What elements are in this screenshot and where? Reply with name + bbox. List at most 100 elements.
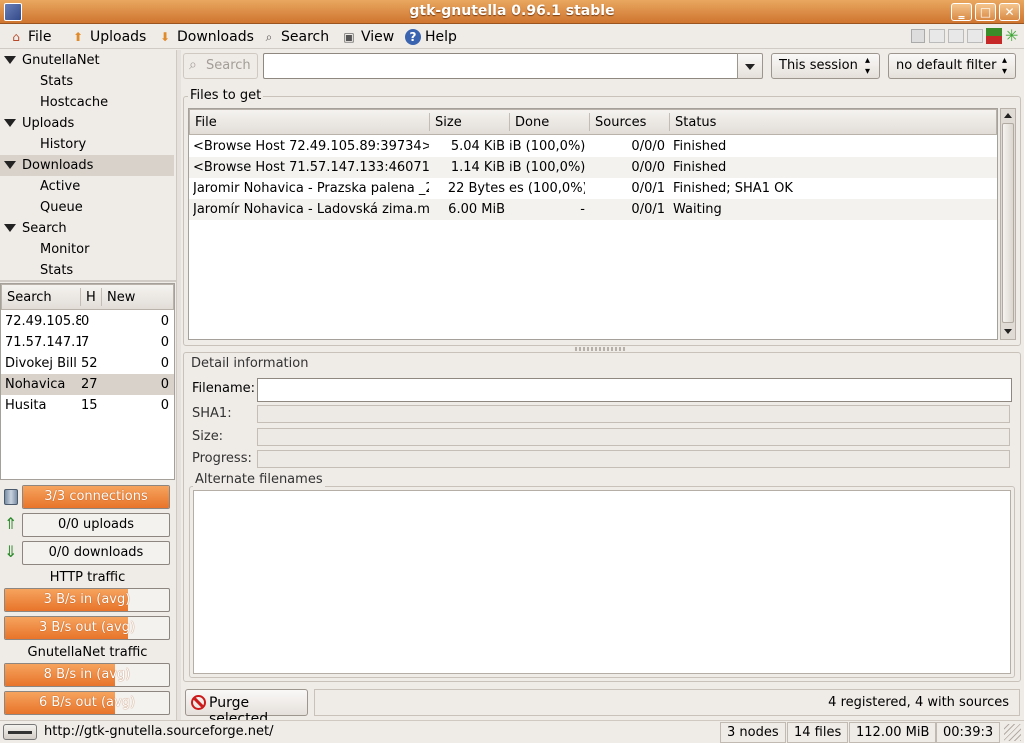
tree-item-active[interactable]: Active xyxy=(0,176,174,197)
menu-view-label: View xyxy=(361,28,395,45)
download-file-cell: <Browse Host 72.49.105.89:39734> xyxy=(193,139,429,154)
connections-bar[interactable]: 3/3 connections xyxy=(22,485,170,509)
downloads-table-header: File Size Done Sources Status xyxy=(189,109,997,135)
download-status-cell: Finished xyxy=(673,160,727,175)
downloads-bar[interactable]: 0/0 downloads xyxy=(22,541,170,565)
search-row[interactable]: 71.57.147.1 7 0 xyxy=(1,332,174,353)
tree-item-search[interactable]: Search xyxy=(0,218,174,239)
search-row[interactable]: Divokej Bill 52 0 xyxy=(1,353,174,374)
col-header-size[interactable]: Size xyxy=(435,115,462,130)
purge-selected-button[interactable]: Purge selected xyxy=(185,689,308,727)
expander-icon[interactable] xyxy=(4,161,16,169)
download-sources-cell: 0/0/1 xyxy=(631,181,665,196)
menu-uploads[interactable]: ⬆ Uploads xyxy=(70,27,146,46)
plug-icon[interactable] xyxy=(3,724,37,740)
col-header-new[interactable]: New xyxy=(107,290,135,305)
col-separator xyxy=(589,113,590,131)
files-to-get-label: Files to get xyxy=(188,88,264,103)
uploads-bar[interactable]: 0/0 uploads xyxy=(22,513,170,537)
session-select-value: This session xyxy=(779,58,858,73)
search-history-dropdown[interactable] xyxy=(737,53,763,79)
maximize-button[interactable]: □ xyxy=(975,3,996,21)
window-title: gtk-gnutella 0.96.1 stable xyxy=(409,3,615,19)
pane-separator[interactable] xyxy=(176,50,181,720)
resize-grip[interactable] xyxy=(1004,724,1021,741)
download-done-cell: iB (100,0%) xyxy=(509,160,585,175)
tree-item-monitor[interactable]: Monitor xyxy=(0,239,174,260)
tree-item-queue[interactable]: Queue xyxy=(0,197,174,218)
scroll-thumb[interactable] xyxy=(1002,123,1014,323)
expander-icon[interactable] xyxy=(4,224,16,232)
search-input[interactable] xyxy=(263,53,738,79)
search-row[interactable]: Husita 15 0 xyxy=(1,395,174,416)
menu-downloads[interactable]: ⬇ Downloads xyxy=(157,27,254,46)
search-name-cell: Husita xyxy=(5,398,47,413)
tree-item-uploads[interactable]: Uploads xyxy=(0,113,174,134)
http-in-bar[interactable]: 3 B/s in (avg) xyxy=(4,588,170,612)
search-hits-cell: 7 xyxy=(81,335,90,350)
menu-search[interactable]: ⌕ Search xyxy=(261,27,329,46)
tree-item-label: History xyxy=(40,137,87,152)
tree-item-history[interactable]: History xyxy=(0,134,174,155)
menu-uploads-label: Uploads xyxy=(90,28,147,45)
upload-arrow-icon: ⬆ xyxy=(72,29,84,44)
searches-rows: 72.49.105.830071.57.147.170Divokej Bill5… xyxy=(1,310,174,478)
gnet-out-bar[interactable]: 6 B/s out (avg) xyxy=(4,691,170,715)
col-header-status[interactable]: Status xyxy=(675,115,716,130)
magnifier-icon: ⌕ xyxy=(265,29,273,44)
sha1-label: SHA1: xyxy=(192,406,232,421)
col-separator xyxy=(669,113,670,131)
ghost-icon-1 xyxy=(929,29,945,43)
gnet-in-bar[interactable]: 8 B/s in (avg) xyxy=(4,663,170,687)
download-row[interactable]: Jaromír Nohavica - Ladovská zima.mp 6.00 … xyxy=(189,199,997,220)
gnet-out-text: 6 B/s out (avg) xyxy=(38,695,136,710)
search-new-cell: 0 xyxy=(160,398,169,413)
filename-field[interactable] xyxy=(257,378,1012,402)
ghost-icon-2 xyxy=(948,29,964,43)
pane-resize-handle[interactable] xyxy=(575,347,627,351)
minimize-button[interactable]: ‗ xyxy=(951,3,972,21)
search-row[interactable]: Nohavica 27 0 xyxy=(1,374,174,395)
download-done-cell: iB (100,0%) xyxy=(509,139,585,154)
tree-item-downloads[interactable]: Downloads xyxy=(0,155,174,176)
col-header-file[interactable]: File xyxy=(195,115,217,130)
tree-item-label: Hostcache xyxy=(40,95,109,110)
menu-downloads-label: Downloads xyxy=(177,28,254,45)
search-row[interactable]: 72.49.105.8300 xyxy=(1,311,174,332)
status-files: 14 files xyxy=(787,722,849,743)
alternate-filenames-list[interactable] xyxy=(193,490,1011,674)
download-row[interactable]: Jaromir Nohavica - Prazska palena _2 22 B… xyxy=(189,178,997,199)
search-icon: ⌕ xyxy=(189,57,197,73)
scroll-down-icon[interactable] xyxy=(1004,329,1012,334)
col-header-h[interactable]: H xyxy=(86,290,96,305)
menu-view[interactable]: ▣ View xyxy=(341,27,394,46)
green-down-arrow-icon: ⇓ xyxy=(4,542,18,561)
tree-item-hostcache[interactable]: Hostcache xyxy=(0,92,174,113)
session-select[interactable]: This session ▴ ▾ xyxy=(771,53,880,79)
alternate-filenames-label: Alternate filenames xyxy=(193,472,325,487)
offline-icon[interactable] xyxy=(911,29,925,43)
scroll-up-icon[interactable] xyxy=(1004,113,1012,118)
filter-select[interactable]: no default filter ▴ ▾ xyxy=(888,53,1016,79)
expander-icon[interactable] xyxy=(4,56,16,64)
col-header-done[interactable]: Done xyxy=(515,115,549,130)
downloads-scrollbar[interactable] xyxy=(1000,108,1016,340)
menu-file-label: File xyxy=(28,28,52,45)
http-out-bar[interactable]: 3 B/s out (avg) xyxy=(4,616,170,640)
search-button[interactable]: ⌕ Search xyxy=(183,53,258,79)
menu-help[interactable]: ? Help xyxy=(405,27,457,46)
download-row[interactable]: <Browse Host 71.57.147.133:46071> 1.14 Ki… xyxy=(189,157,997,178)
close-button[interactable]: ✕ xyxy=(999,3,1020,21)
dropdown-arrow-icon xyxy=(745,64,755,70)
menu-file[interactable]: ⌂ File xyxy=(8,27,51,46)
tree-item-gnutellanet[interactable]: GnutellaNet xyxy=(0,50,174,71)
download-file-cell: Jaromír Nohavica - Ladovská zima.mp xyxy=(193,202,429,217)
expander-icon[interactable] xyxy=(4,119,16,127)
tree-item-stats[interactable]: Stats xyxy=(0,260,174,281)
view-icon: ▣ xyxy=(343,29,355,44)
download-row[interactable]: <Browse Host 72.49.105.89:39734> 5.04 KiB… xyxy=(189,136,997,157)
col-header-search[interactable]: Search xyxy=(7,290,52,305)
col-header-sources[interactable]: Sources xyxy=(595,115,646,130)
tree-item-stats[interactable]: Stats xyxy=(0,71,174,92)
download-file-cell: Jaromir Nohavica - Prazska palena _2 xyxy=(193,181,429,196)
